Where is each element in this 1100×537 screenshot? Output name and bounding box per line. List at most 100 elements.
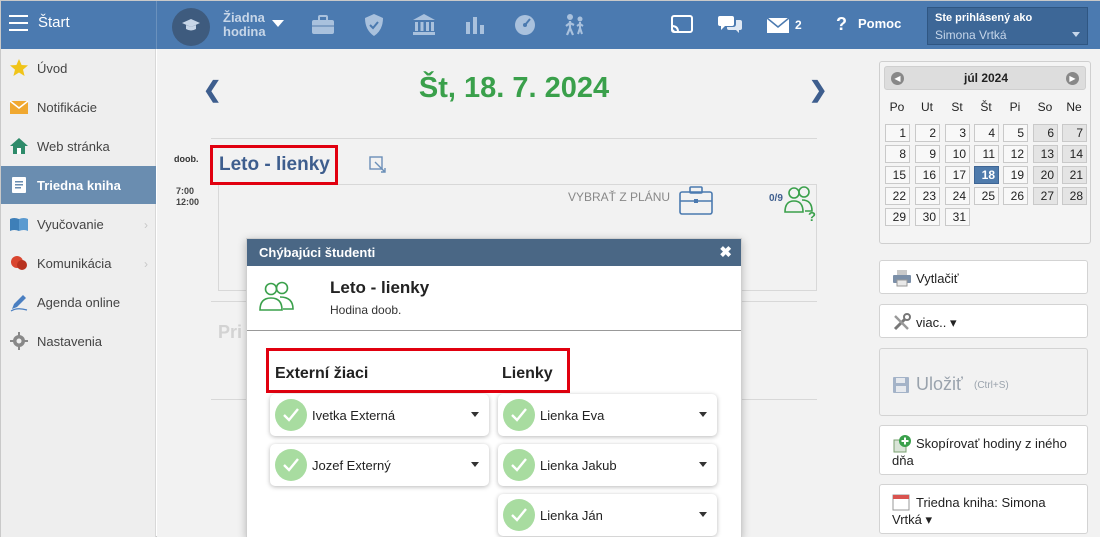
chevron-down-icon[interactable] [471,412,479,417]
print-button[interactable]: Vytlačiť [879,260,1088,294]
student-item[interactable]: Lienka Eva [498,394,717,436]
calendar-day[interactable]: 11 [974,145,999,163]
calendar-day[interactable]: 10 [945,145,970,163]
briefcase-icon[interactable] [678,184,714,216]
calendar-day[interactable]: 8 [885,145,910,163]
chevron-down-icon[interactable] [699,462,707,467]
children-icon[interactable] [562,12,588,38]
choose-from-plan-link[interactable]: VYBRAŤ Z PLÁNU [568,190,670,204]
check-icon[interactable] [275,449,307,481]
copy-hours-label: Skopírovať hodiny z iného [916,436,1067,451]
start-menu-label[interactable]: Štart [38,14,70,31]
calendar-day[interactable]: 1 [885,124,910,142]
calendar-day[interactable]: 25 [974,187,999,205]
attendance-group-icon[interactable]: ? [782,184,818,222]
calendar-day[interactable]: 5 [1003,124,1028,142]
divider [247,330,741,331]
shield-icon[interactable] [361,12,387,38]
next-day-button[interactable]: ❯ [809,77,827,103]
student-item[interactable]: Lienka Jakub [498,444,717,486]
student-item[interactable]: Ivetka Externá [270,394,489,436]
calendar-day[interactable]: 22 [885,187,910,205]
calendar-day[interactable]: 13 [1033,145,1058,163]
lesson-type-label: doob. [174,154,199,164]
calendar-day[interactable]: 28 [1062,187,1087,205]
tools-icon [893,313,911,331]
chevron-down-icon[interactable] [471,462,479,467]
save-label: Uložiť [916,374,963,394]
lesson-title-highlight: Leto - lienky [210,145,338,185]
calendar-day[interactable]: 26 [1003,187,1028,205]
calendar-day[interactable]: 7 [1062,124,1087,142]
calendar-day[interactable]: 29 [885,208,910,226]
sidebar-item-agenda-online[interactable]: Agenda online [1,283,156,321]
mail-icon[interactable] [765,12,791,38]
calendar-day[interactable]: 16 [915,166,940,184]
calendar-day[interactable]: 17 [945,166,970,184]
edit-icon[interactable] [369,156,387,174]
student-item[interactable]: Jozef Externý [270,444,489,486]
student-item[interactable]: Lienka Ján [498,494,717,536]
sidebar-item-notifikacie[interactable]: Notifikácie [1,88,156,126]
sidebar-item-web-stranka[interactable]: Web stránka [1,127,156,165]
close-icon[interactable]: ✖ [719,243,732,261]
next-month-icon[interactable]: ▶ [1066,72,1079,85]
chat-bubbles-icon[interactable] [717,12,743,38]
calendar-day[interactable]: 24 [945,187,970,205]
cast-icon[interactable] [669,12,695,38]
calendar-icon [892,494,910,511]
hamburger-menu-icon[interactable] [9,15,28,31]
lesson-time-start: 7:00 [176,186,195,196]
sidebar-item-nastavenia[interactable]: Nastavenia [1,322,156,360]
save-button[interactable]: Uložiť (Ctrl+S) [879,348,1088,416]
help-icon[interactable]: ? [836,14,847,35]
copy-hours-button[interactable]: Skopírovať hodiny z iného dňa [879,425,1088,475]
calendar-day[interactable]: 30 [915,208,940,226]
sidebar-item-uvod[interactable]: Úvod [1,49,156,87]
calendar-day[interactable]: 14 [1062,145,1087,163]
sidebar-item-komunikacia[interactable]: Komunikácia › [1,244,156,282]
gauge-icon[interactable] [512,12,538,38]
sidebar-item-label: Vyučovanie [37,217,104,232]
more-button[interactable]: viac.. ▾ [879,304,1088,338]
calendar-day[interactable]: 12 [1003,145,1028,163]
more-label: viac.. ▾ [916,315,957,330]
check-icon[interactable] [503,499,535,531]
check-icon[interactable] [503,399,535,431]
sidebar-item-triedna-kniha[interactable]: Triedna kniha [1,166,156,204]
check-icon[interactable] [503,449,535,481]
check-icon[interactable] [275,399,307,431]
calendar-day[interactable]: 4 [974,124,999,142]
user-account-menu[interactable]: Ste prihlásený ako Simona Vrtká [927,7,1088,45]
lesson-title[interactable]: Leto - lienky [219,154,330,176]
graduation-cap-icon[interactable] [172,8,210,46]
calendar-day[interactable]: 27 [1033,187,1058,205]
calendar-day[interactable]: 31 [945,208,970,226]
weekday-label: Ne [1066,100,1082,114]
help-link[interactable]: Pomoc [858,16,901,31]
chat-icon [11,256,27,270]
calendar-day-today[interactable]: 18 [974,166,999,184]
class-book-selector[interactable]: Triedna kniha: Simona Vrtká ▾ [879,484,1088,534]
institution-icon[interactable] [411,12,437,38]
bar-chart-icon[interactable] [462,12,488,38]
topbar-divider [156,1,157,49]
messages-count-badge[interactable]: 2 [795,18,802,32]
briefcase-icon[interactable] [310,12,336,38]
sidebar-item-vyucovanie[interactable]: Vyučovanie › [1,205,156,243]
weekday-label: Št [980,100,992,114]
calendar-day[interactable]: 20 [1033,166,1058,184]
calendar-day[interactable]: 19 [1003,166,1028,184]
calendar-day[interactable]: 21 [1062,166,1087,184]
calendar-day[interactable]: 6 [1033,124,1058,142]
calendar-day[interactable]: 23 [915,187,940,205]
top-bar: Štart Žiadna hodina 2 ? Pomoc Ste prihlá… [1,1,1100,49]
calendar-day[interactable]: 2 [915,124,940,142]
chevron-down-icon[interactable] [272,20,284,27]
calendar-day[interactable]: 15 [885,166,910,184]
chevron-down-icon[interactable] [699,412,707,417]
chevron-down-icon[interactable] [699,512,707,517]
lesson-selector[interactable]: Žiadna hodina [223,11,266,39]
calendar-day[interactable]: 9 [915,145,940,163]
calendar-day[interactable]: 3 [945,124,970,142]
